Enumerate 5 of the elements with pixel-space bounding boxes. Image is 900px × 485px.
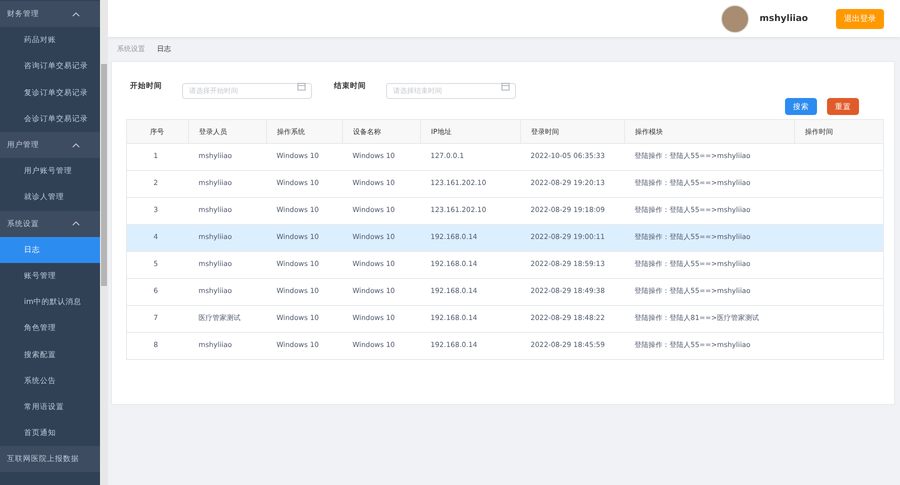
calendar-icon [297,82,306,91]
calendar-icon [501,82,510,91]
username: mshyliiao [759,14,808,24]
avatar [721,4,750,32]
scrollbar-thumb[interactable] [101,64,107,286]
